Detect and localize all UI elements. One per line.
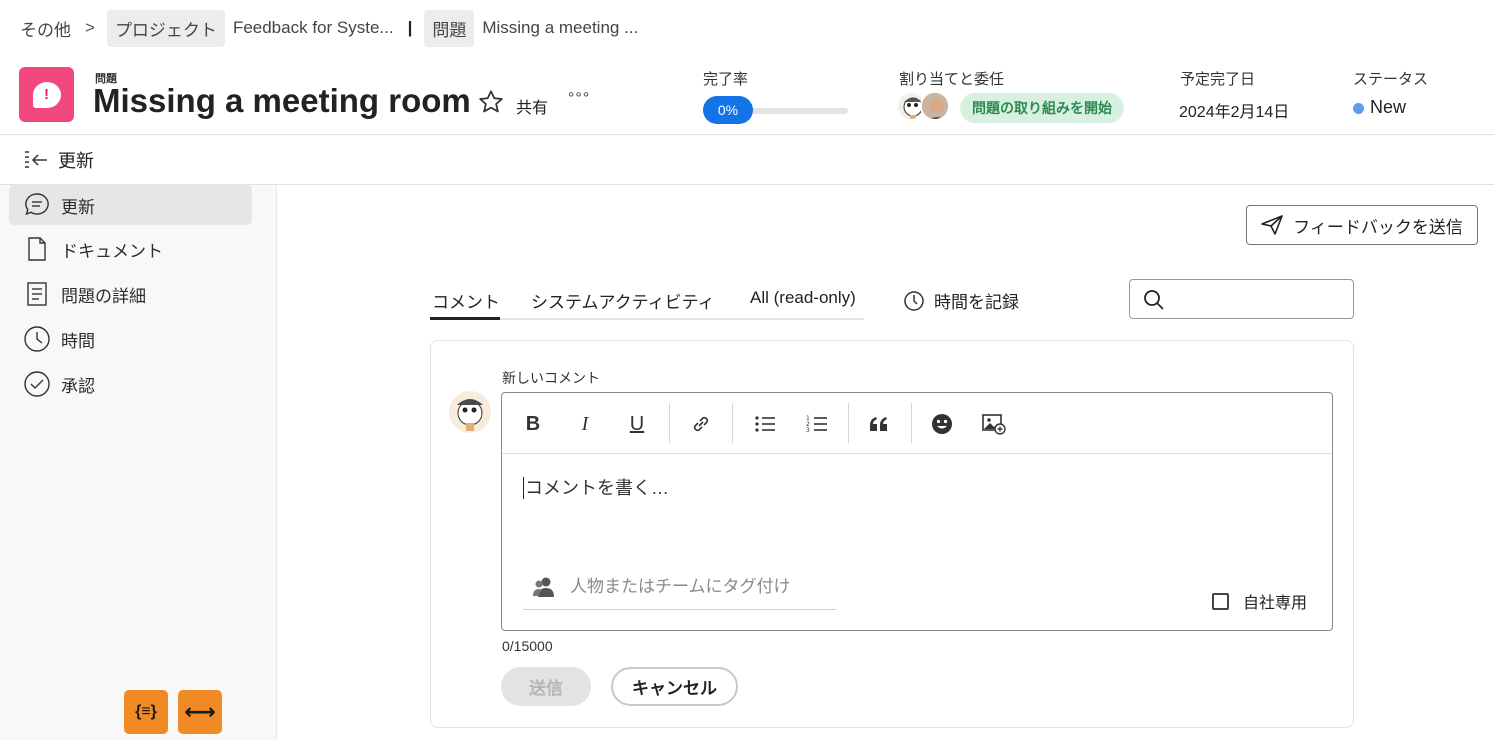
sidebar-item-label: 問題の詳細 (61, 286, 146, 306)
internal-only-label: 自社専用 (1243, 595, 1308, 612)
submit-comment-button[interactable]: 送信 (501, 667, 591, 706)
italic-button[interactable]: I (567, 407, 603, 441)
dev-tools-button[interactable]: {≡} (124, 690, 168, 734)
tab-all[interactable]: All (read-only) (750, 288, 856, 308)
cancel-button[interactable]: キャンセル (611, 667, 738, 706)
toolbar-divider (669, 403, 670, 443)
avatar (449, 391, 491, 433)
send-feedback-button[interactable]: フィードバックを送信 (1246, 205, 1478, 245)
avatar[interactable] (920, 91, 950, 121)
numbered-list-button[interactable]: 123 (799, 407, 835, 441)
section-bar: 更新 (0, 135, 1494, 185)
active-tab-indicator (430, 317, 500, 320)
sidebar-item-label: ドキュメント (61, 241, 163, 261)
editor-toolbar: B I U 123 (502, 393, 1332, 454)
link-icon (693, 416, 709, 432)
bullet-list-button[interactable] (747, 407, 783, 441)
share-button[interactable]: 共有 (516, 94, 548, 118)
toolbar-divider (911, 403, 912, 443)
emoji-icon (932, 414, 952, 434)
sidebar-item-label: 時間 (61, 331, 95, 351)
breadcrumb: その他 > プロジェクト Feedback for Syste... | 問題 … (0, 0, 1494, 56)
progress-value: 0% (703, 96, 753, 124)
quote-icon (870, 417, 887, 431)
internal-only-checkbox[interactable] (1212, 592, 1229, 610)
star-icon[interactable] (477, 88, 505, 116)
sidebar-item-time[interactable]: 時間 (9, 319, 252, 359)
clock-icon (904, 290, 924, 311)
status-dot-icon (1353, 103, 1364, 114)
emoji-button[interactable] (924, 407, 960, 441)
numbered-list-icon: 123 (806, 415, 827, 434)
breadcrumb-project-type[interactable]: プロジェクト (106, 9, 225, 47)
bullet-list-icon (755, 416, 775, 432)
breadcrumb-divider: | (407, 18, 413, 37)
resize-button[interactable]: ⟷ (178, 690, 222, 734)
tab-system-activity[interactable]: システムアクティビティ (531, 288, 715, 313)
sidebar-item-label: 更新 (61, 197, 95, 217)
svg-text:3: 3 (806, 427, 810, 434)
sidebar: 更新 ドキュメント 問題の詳細 時間 承認 {≡} ⟷ (0, 185, 277, 740)
breadcrumb-separator: > (85, 18, 95, 37)
sidebar-item-issue-details[interactable]: 問題の詳細 (9, 274, 252, 314)
due-date-value[interactable]: 2024年2月14日 (1179, 98, 1289, 122)
sidebar-item-label: 承認 (61, 376, 95, 396)
completion-label: 完了率 (703, 71, 749, 88)
issue-icon: ! (19, 67, 74, 122)
comment-editor[interactable]: B I U 123 コメントを書く… 自社専用 (501, 392, 1333, 631)
clock-icon (24, 326, 50, 352)
sidebar-item-approvals[interactable]: 承認 (9, 364, 252, 404)
check-circle-icon (24, 371, 50, 397)
character-count: 0/15000 (502, 638, 553, 654)
bold-button[interactable]: B (515, 407, 551, 441)
status-label: ステータス (1353, 71, 1429, 88)
breadcrumb-issue-type[interactable]: 問題 (424, 9, 475, 47)
tab-comments[interactable]: コメント (432, 288, 500, 313)
tag-people-input[interactable] (570, 577, 810, 597)
assign-label: 割り当てと委任 (899, 71, 1005, 88)
search-icon (1144, 290, 1164, 310)
toolbar-divider (848, 403, 849, 443)
log-time-button[interactable]: 時間を記録 (903, 288, 1019, 313)
insert-image-button[interactable] (976, 407, 1012, 441)
breadcrumb-other[interactable]: その他 (20, 10, 71, 47)
due-date-label: 予定完了日 (1180, 71, 1256, 88)
more-icon[interactable]: °°° (568, 90, 590, 108)
comment-icon (25, 193, 49, 216)
quote-button[interactable] (861, 407, 897, 441)
insert-image-icon (982, 414, 1006, 435)
details-icon (27, 282, 47, 306)
sidebar-item-documents[interactable]: ドキュメント (9, 229, 252, 269)
page-title[interactable]: Missing a meeting room (93, 82, 471, 120)
sidebar-item-updates[interactable]: 更新 (9, 185, 252, 225)
toolbar-divider (732, 403, 733, 443)
people-icon (533, 577, 554, 597)
activity-tabs: コメント システムアクティビティ All (read-only) (430, 282, 864, 320)
internal-only-option[interactable]: 自社専用 (1212, 589, 1307, 613)
send-feedback-label: フィードバックを送信 (1293, 217, 1463, 237)
status-value[interactable]: New (1370, 97, 1406, 118)
section-title: 更新 (58, 150, 94, 171)
document-icon (28, 237, 46, 261)
log-time-label: 時間を記録 (934, 293, 1019, 312)
search-input[interactable] (1174, 286, 1344, 312)
breadcrumb-project-name[interactable]: Feedback for Syste... (225, 12, 402, 44)
breadcrumb-issue-name[interactable]: Missing a meeting ... (474, 12, 646, 44)
collapse-panel-icon[interactable] (23, 148, 49, 172)
new-comment-label: 新しいコメント (502, 370, 600, 386)
search-field[interactable] (1129, 279, 1354, 319)
start-work-button[interactable]: 問題の取り組みを開始 (960, 93, 1124, 123)
link-button[interactable] (683, 407, 719, 441)
send-icon (1261, 215, 1283, 235)
tag-people-field[interactable] (523, 565, 836, 610)
comment-input[interactable]: コメントを書く… (523, 477, 669, 499)
underline-button[interactable]: U (619, 407, 655, 441)
object-header: ! 問題 Missing a meeting room 共有 °°° 完了率 0… (0, 56, 1494, 135)
